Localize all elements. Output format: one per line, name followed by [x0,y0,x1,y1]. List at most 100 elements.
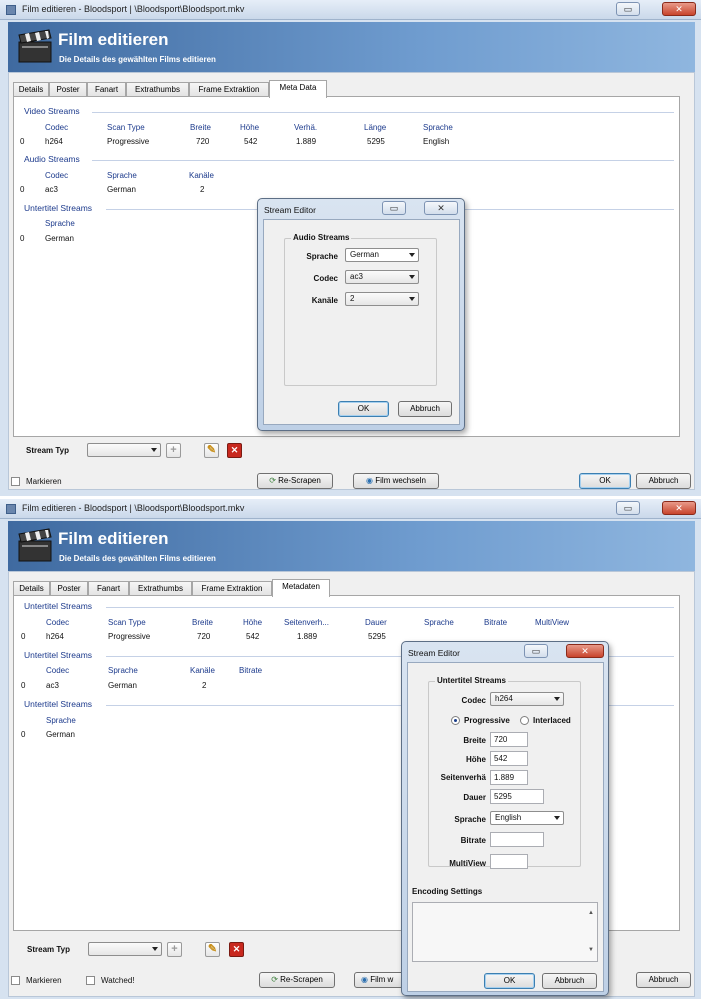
stream-editor-ok-button[interactable]: OK [484,973,535,989]
duration-field[interactable]: 5295 [490,789,544,804]
stream-editor-cancel-button[interactable]: Abbruch [398,401,452,417]
stream-editor-close-button[interactable]: ✕ [424,201,458,215]
cancel-button[interactable]: Abbruch [636,972,691,988]
video-row-height[interactable]: 542 [246,632,259,641]
codec-select[interactable]: h264 [490,692,564,706]
audio-row-channels[interactable]: 2 [202,681,206,690]
rescrape-button[interactable]: ⟳ Re-Scrapen [257,473,333,489]
video-header-aspect: Verhä. [294,123,318,132]
video-row-language[interactable]: English [423,137,449,146]
tab-details[interactable]: Details [13,82,49,97]
video-row-codec[interactable]: h264 [45,137,63,146]
audio-row-language[interactable]: German [108,681,137,690]
channels-label: Kanäle [311,296,338,305]
duration-label: Dauer [463,793,486,802]
delete-stream-icon[interactable]: ✕ [229,942,244,957]
tab-extrathumbs[interactable]: Extrathumbs [129,581,192,596]
tab-meta-data[interactable]: Meta Data [269,80,327,98]
change-film-button[interactable]: ◉ Film wechseln [353,473,439,489]
subtitle-row-index[interactable]: 0 [21,730,25,739]
tab-fanart[interactable]: Fanart [88,581,129,596]
video-row-length[interactable]: 5295 [367,137,385,146]
close-button[interactable]: ✕ [662,2,696,16]
cancel-button[interactable]: Abbruch [636,473,691,489]
language-select[interactable]: English [490,811,564,825]
audio-row-index[interactable]: 0 [21,681,25,690]
tab-metadaten[interactable]: Metadaten [272,579,330,597]
stream-editor-ok-button[interactable]: OK [338,401,389,417]
stream-editor-cancel-button[interactable]: Abbruch [542,973,597,989]
bitrate-field[interactable] [490,832,544,847]
video-header-multiview: MultiView [535,618,570,627]
video-row-width[interactable]: 720 [196,137,209,146]
watched-checkbox[interactable] [86,976,95,985]
ok-button[interactable]: OK [579,473,631,489]
stream-editor-close-button[interactable]: ✕ [566,644,604,658]
rescrape-icon: ⟳ [269,476,279,485]
stream-type-label: Stream Typ [26,446,69,455]
tab-poster[interactable]: Poster [49,82,87,97]
stream-group-label: Untertitel Streams [435,676,508,685]
subtitle-row-index[interactable]: 0 [20,234,24,243]
audio-row-index[interactable]: 0 [20,185,24,194]
video-row-aspect[interactable]: 1.889 [296,137,316,146]
tab-poster[interactable]: Poster [50,581,88,596]
video-row-index[interactable]: 0 [21,632,25,641]
aspect-field[interactable]: 1.889 [490,770,528,785]
mark-checkbox[interactable] [11,477,20,486]
video-row-height[interactable]: 542 [244,137,257,146]
audio-row-codec[interactable]: ac3 [46,681,59,690]
video-row-duration[interactable]: 5295 [368,632,386,641]
stream-editor-title: Stream Editor [264,205,316,215]
language-select[interactable]: German [345,248,419,262]
window-titlebar[interactable]: Film editieren - Bloodsport | \Bloodspor… [0,0,701,20]
rescrape-button[interactable]: ⟳ Re-Scrapen [259,972,335,988]
delete-stream-icon[interactable]: ✕ [227,443,242,458]
add-stream-icon[interactable]: + [167,942,182,957]
interlaced-radio[interactable] [520,716,529,725]
stream-editor-restore-button[interactable]: ▭ [524,644,548,658]
stream-editor-restore-button[interactable]: ▭ [382,201,406,215]
edit-stream-icon[interactable]: ✎ [204,443,219,458]
window-titlebar[interactable]: Film editieren - Bloodsport | \Bloodspor… [0,499,701,519]
tab-fanart[interactable]: Fanart [87,82,126,97]
codec-value: ac3 [350,272,363,281]
height-field[interactable]: 542 [490,751,528,766]
progressive-radio[interactable] [451,716,460,725]
tab-frame-extraktion[interactable]: Frame Extraktion [189,82,269,97]
video-row-scan-type[interactable]: Progressive [108,632,150,641]
multiview-field[interactable] [490,854,528,869]
video-row-index[interactable]: 0 [20,137,24,146]
stream-type-combo[interactable] [88,942,162,956]
scroll-up-icon[interactable]: ▲ [588,907,594,920]
audio-row-channels[interactable]: 2 [200,185,204,194]
tab-frame-extraktion[interactable]: Frame Extraktion [192,581,272,596]
codec-value: h264 [495,694,513,703]
stream-type-combo[interactable] [87,443,161,457]
video-row-scan-type[interactable]: Progressive [107,137,149,146]
close-button[interactable]: ✕ [662,501,696,515]
codec-select[interactable]: ac3 [345,270,419,284]
aspect-label: Seitenverhä [440,773,486,782]
scroll-down-icon[interactable]: ▼ [588,944,594,957]
tab-details[interactable]: Details [13,581,50,596]
encoding-settings-textarea[interactable]: ▲ ▼ [412,902,598,962]
video-row-codec[interactable]: h264 [46,632,64,641]
mark-checkbox[interactable] [11,976,20,985]
video-header-width: Breite [190,123,211,132]
tab-extrathumbs[interactable]: Extrathumbs [126,82,189,97]
video-streams-heading: Video Streams [24,106,80,116]
audio-row-codec[interactable]: ac3 [45,185,58,194]
restore-button[interactable]: ▭ [616,2,640,16]
channels-select[interactable]: 2 [345,292,419,306]
video-row-width[interactable]: 720 [197,632,210,641]
restore-button[interactable]: ▭ [616,501,640,515]
subtitle-row-language[interactable]: German [46,730,75,739]
video-row-aspect[interactable]: 1.889 [297,632,317,641]
edit-stream-icon[interactable]: ✎ [205,942,220,957]
audio-row-language[interactable]: German [107,185,136,194]
subtitle-row-language[interactable]: German [45,234,74,243]
video-header-scan-type: Scan Type [108,618,146,627]
width-field[interactable]: 720 [490,732,528,747]
add-stream-icon[interactable]: + [166,443,181,458]
